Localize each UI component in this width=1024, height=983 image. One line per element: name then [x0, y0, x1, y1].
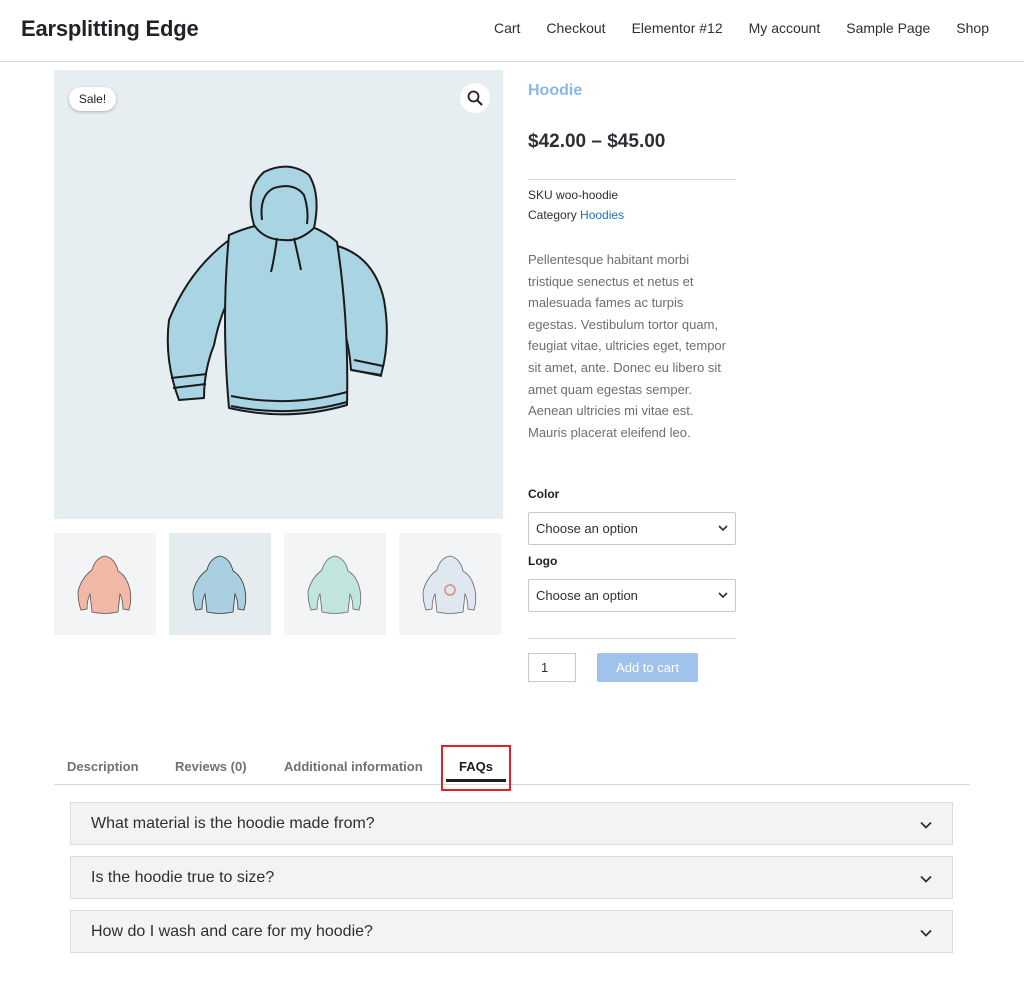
product-description: Pellentesque habitant morbi tristique se… [528, 252, 726, 440]
product-tabs: Description Reviews (0) Additional infor… [54, 745, 970, 785]
thumbnail-pink-hoodie[interactable] [54, 533, 156, 635]
thumbnail-blue-hoodie[interactable] [169, 533, 271, 635]
logo-select[interactable]: Choose an option [528, 579, 736, 613]
hoodie-thumb-icon [307, 555, 362, 614]
tab-description[interactable]: Description [67, 759, 139, 774]
site-title[interactable]: Earsplitting Edge [21, 16, 199, 42]
nav-checkout[interactable]: Checkout [546, 20, 605, 36]
faq-item-care[interactable]: How do I wash and care for my hoodie? [70, 910, 953, 953]
faqs-tab-highlight [441, 745, 511, 791]
logo-label: Logo [528, 554, 558, 569]
chevron-down-icon [718, 525, 728, 532]
thumbnail-white-hoodie-logo[interactable] [399, 533, 501, 635]
zoom-button[interactable] [460, 83, 490, 113]
category-label: Category [528, 208, 577, 222]
color-label: Color [528, 487, 560, 502]
nav-sample-page[interactable]: Sample Page [846, 20, 930, 36]
gallery-thumbnails [54, 533, 501, 635]
product-summary: Hoodie $42.00 – $45.00 SKU woo-hoodie Ca… [528, 70, 736, 683]
hoodie-thumb-icon [192, 555, 247, 614]
divider [528, 179, 736, 180]
divider [528, 638, 736, 640]
nav-shop[interactable]: Shop [956, 20, 989, 36]
sku-label: SKU [528, 188, 553, 202]
quantity-input[interactable]: 1 [528, 653, 576, 683]
chevron-down-icon [718, 592, 728, 599]
chevron-down-icon [920, 821, 932, 829]
nav-elementor[interactable]: Elementor #12 [632, 20, 723, 36]
faq-question: What material is the hoodie made from? [91, 814, 375, 832]
faq-question: How do I wash and care for my hoodie? [91, 922, 373, 940]
logo-select-value: Choose an option [536, 588, 638, 604]
product-title: Hoodie [528, 82, 583, 99]
product-main-image[interactable]: Sale! [54, 70, 503, 519]
tab-reviews[interactable]: Reviews (0) [175, 759, 247, 774]
product-meta: SKU woo-hoodie Category Hoodies [528, 185, 736, 225]
site-header: Earsplitting Edge Cart Checkout Elemento… [0, 0, 1024, 62]
faq-item-material[interactable]: What material is the hoodie made from? [70, 802, 953, 845]
main-nav: Cart Checkout Elementor #12 My account S… [494, 20, 989, 36]
color-select-value: Choose an option [536, 521, 638, 537]
color-select[interactable]: Choose an option [528, 512, 736, 546]
hoodie-thumb-icon [422, 555, 477, 614]
sale-badge: Sale! [69, 87, 116, 111]
magnifier-icon [467, 90, 483, 106]
chevron-down-icon [920, 929, 932, 937]
nav-cart[interactable]: Cart [494, 20, 520, 36]
thumbnail-green-hoodie[interactable] [284, 533, 386, 635]
faq-item-size[interactable]: Is the hoodie true to size? [70, 856, 953, 899]
add-to-cart-row: 1 Add to cart [528, 653, 736, 683]
category-line: Category Hoodies [528, 205, 736, 225]
sku-line: SKU woo-hoodie [528, 185, 736, 205]
hoodie-illustration [166, 165, 388, 416]
category-link[interactable]: Hoodies [580, 208, 624, 222]
chevron-down-icon [920, 875, 932, 883]
hoodie-thumb-icon [77, 555, 132, 614]
tab-additional-information[interactable]: Additional information [284, 759, 423, 774]
nav-my-account[interactable]: My account [749, 20, 821, 36]
faq-question: Is the hoodie true to size? [91, 868, 275, 886]
sku-value: woo-hoodie [556, 188, 619, 202]
add-to-cart-button[interactable]: Add to cart [597, 653, 698, 683]
product-price: $42.00 – $45.00 [528, 131, 666, 152]
